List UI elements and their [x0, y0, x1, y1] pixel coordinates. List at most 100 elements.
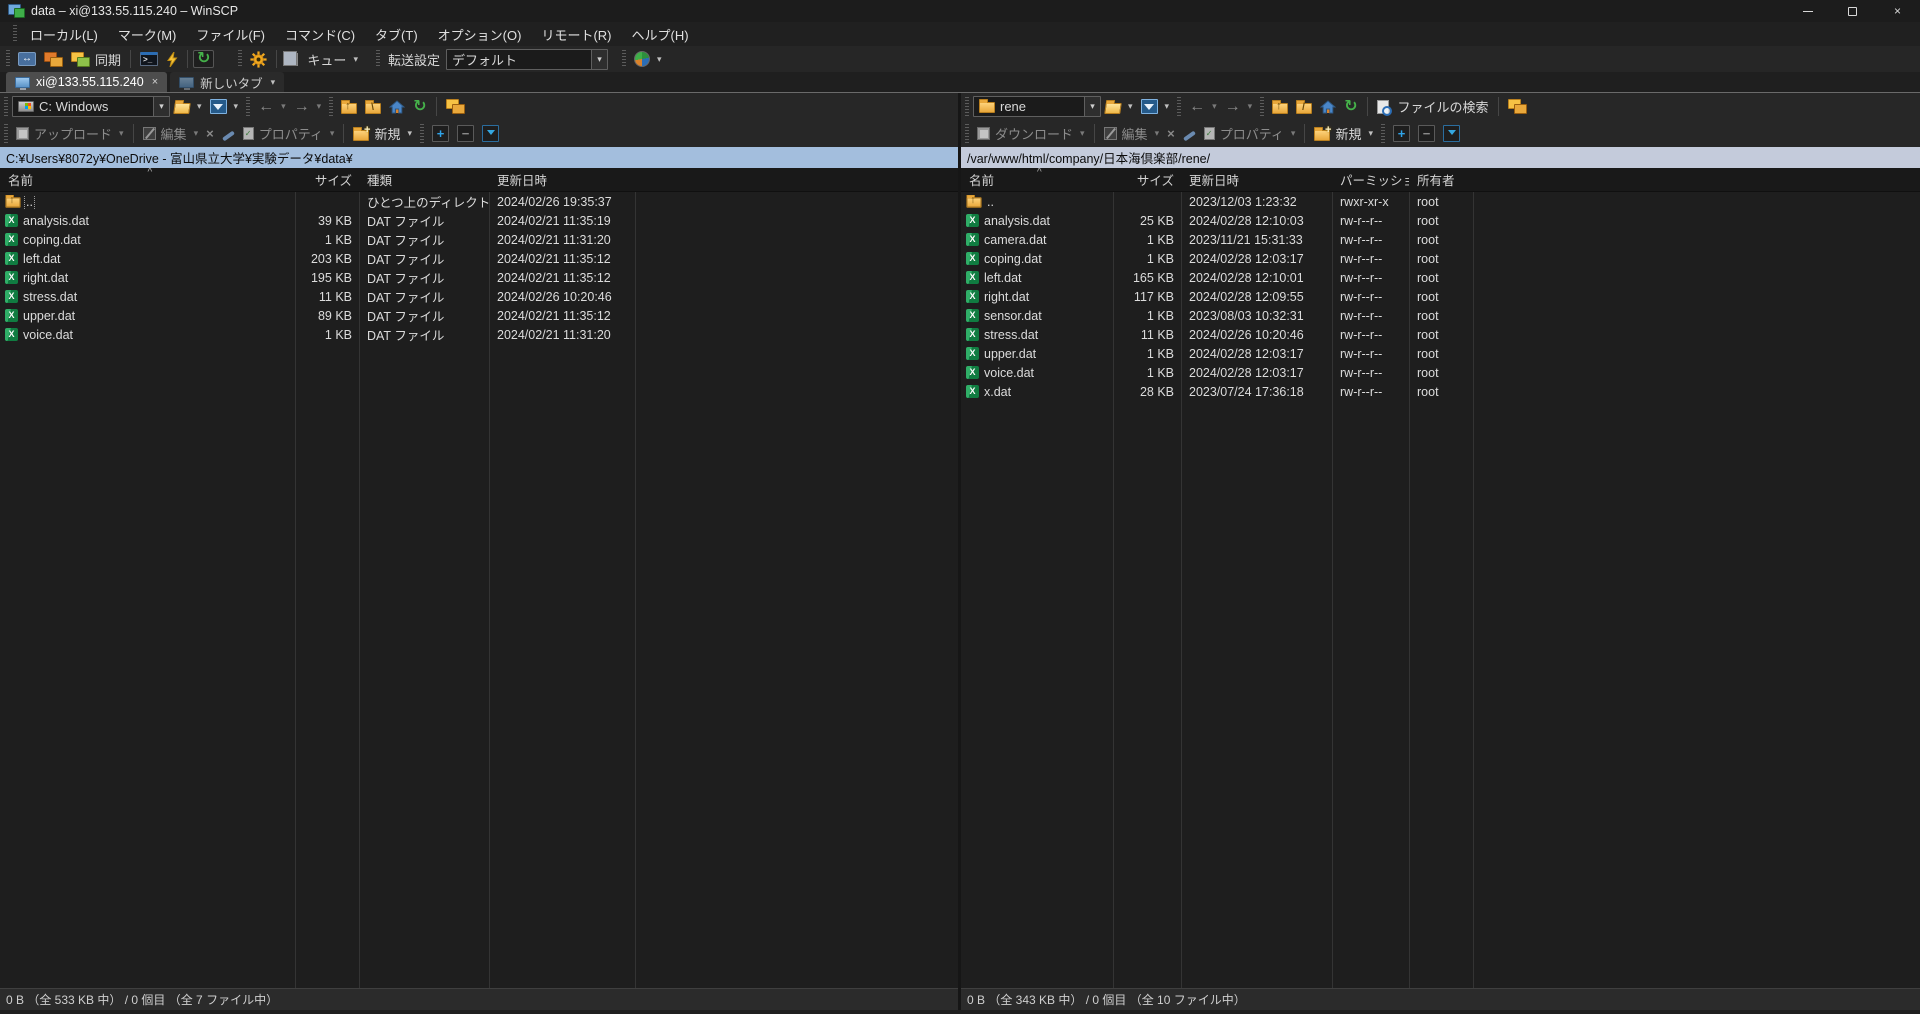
menu-command[interactable]: コマンド(C)	[276, 23, 364, 46]
open-console-button[interactable]: >_	[136, 50, 162, 68]
local-parent-directory-button[interactable]	[337, 97, 361, 116]
preferences-button[interactable]	[246, 49, 271, 70]
session-tab[interactable]: xi@133.55.115.240 ×	[6, 72, 167, 92]
file-row[interactable]: Xupper.dat89 KBDAT ファイル2024/02/21 11:35:…	[0, 306, 958, 325]
chevron-down-icon[interactable]: ▾	[591, 50, 607, 69]
chevron-down-icon[interactable]: ▾	[153, 97, 169, 116]
file-row[interactable]: Xanalysis.dat25 KB2024/02/28 12:10:03rw-…	[961, 211, 1920, 230]
file-row[interactable]: Xupper.dat1 KB2024/02/28 12:03:17rw-r--r…	[961, 344, 1920, 363]
remote-root-directory-button[interactable]	[1292, 97, 1316, 116]
file-row[interactable]: Xx.dat28 KB2023/07/24 17:36:18rw-r--r--r…	[961, 382, 1920, 401]
menu-options[interactable]: オプション(O)	[429, 23, 531, 46]
local-new-button[interactable]: 新規▾	[349, 122, 416, 145]
tab-close-icon[interactable]: ×	[152, 76, 158, 88]
queue-button[interactable]: キュー▾	[282, 48, 362, 71]
explorer-style-button[interactable]: ▾	[630, 49, 666, 69]
file-row[interactable]: Xcamera.dat1 KB2023/11/21 15:31:33rw-r--…	[961, 230, 1920, 249]
file-row[interactable]: Xvoice.dat1 KB2024/02/28 12:03:17rw-r--r…	[961, 363, 1920, 382]
transfer-settings-label: 転送設定	[388, 50, 440, 69]
local-filter-button[interactable]: ▾	[206, 97, 243, 116]
file-panels: C: Windows ▾ ▾ ▾ ←▾ →▾ ↻ アッ	[0, 93, 1920, 1010]
file-size: 1 KB	[1113, 233, 1181, 247]
chevron-down-icon[interactable]: ▾	[1084, 97, 1100, 116]
remote-copy-path-button[interactable]	[1504, 97, 1531, 116]
find-files-button[interactable]: ファイルの検索	[1373, 95, 1493, 118]
local-select-filter-button[interactable]	[478, 123, 503, 144]
upload-button[interactable]: アップロード▾	[12, 122, 128, 145]
file-row[interactable]: Xcoping.dat1 KB2024/02/28 12:03:17rw-r--…	[961, 249, 1920, 268]
column-header[interactable]: 所有者	[1409, 170, 1473, 189]
remote-home-directory-button[interactable]	[1316, 98, 1340, 116]
local-delete-button[interactable]: ×	[202, 124, 218, 143]
file-row[interactable]: Xanalysis.dat39 KBDAT ファイル2024/02/21 11:…	[0, 211, 958, 230]
menu-mark[interactable]: マーク(M)	[109, 23, 186, 46]
menu-help[interactable]: ヘルプ(H)	[622, 23, 697, 46]
sync-browsing-button[interactable]	[40, 50, 67, 69]
file-row[interactable]: Xstress.dat11 KBDAT ファイル2024/02/26 10:20…	[0, 287, 958, 306]
file-row[interactable]: Xstress.dat11 KB2024/02/26 10:20:46rw-r-…	[961, 325, 1920, 344]
remote-back-button[interactable]: ←▾	[1185, 98, 1221, 116]
close-button[interactable]: ×	[1875, 0, 1920, 22]
remote-parent-directory-button[interactable]	[1268, 97, 1292, 116]
remote-open-directory-button[interactable]: ▾	[1101, 97, 1137, 116]
column-header[interactable]: パーミッション	[1332, 170, 1409, 189]
file-row[interactable]: Xright.dat117 KB2024/02/28 12:09:55rw-r-…	[961, 287, 1920, 306]
remote-delete-button[interactable]: ×	[1163, 124, 1179, 143]
remote-filter-button[interactable]: ▾	[1137, 97, 1174, 116]
remote-select-button[interactable]: +	[1389, 123, 1414, 144]
column-header[interactable]: 更新日時	[489, 170, 635, 189]
refresh-button[interactable]: ↻	[193, 50, 214, 68]
edit-icon	[143, 127, 156, 140]
menu-local[interactable]: ローカル(L)	[21, 23, 107, 46]
remote-properties-button[interactable]: プロパティ▾	[1200, 122, 1300, 145]
remote-directory-combobox[interactable]: rene ▾	[973, 96, 1101, 117]
local-refresh-button[interactable]: ↻	[409, 98, 430, 116]
column-header[interactable]: 種類	[359, 170, 489, 189]
column-header[interactable]: サイズ	[1113, 170, 1181, 189]
remote-new-button[interactable]: 新規▾	[1310, 122, 1377, 145]
local-edit-button[interactable]: 編集▾	[139, 122, 203, 145]
local-path-bar[interactable]: C:¥Users¥8072y¥OneDrive - 富山県立大学¥実験データ¥d…	[0, 147, 958, 168]
remote-edit-button[interactable]: 編集▾	[1100, 122, 1164, 145]
local-back-button[interactable]: ←▾	[254, 98, 290, 116]
synchronize-button[interactable]: 同期	[67, 48, 125, 71]
swap-panels-button[interactable]: ↔	[14, 50, 40, 68]
column-header[interactable]: 更新日時	[1181, 170, 1332, 189]
local-home-directory-button[interactable]	[385, 98, 409, 116]
menu-file[interactable]: ファイル(F)	[187, 23, 274, 46]
local-select-button[interactable]: +	[428, 123, 453, 144]
file-row[interactable]: Xsensor.dat1 KB2023/08/03 10:32:31rw-r--…	[961, 306, 1920, 325]
column-header[interactable]: サイズ	[295, 170, 359, 189]
menu-tab[interactable]: タブ(T)	[366, 23, 427, 46]
menu-remote[interactable]: リモート(R)	[532, 23, 620, 46]
remote-rename-button[interactable]	[1179, 128, 1200, 140]
open-session-button[interactable]	[162, 50, 182, 69]
local-open-directory-button[interactable]: ▾	[170, 97, 206, 116]
local-forward-button[interactable]: →▾	[290, 98, 326, 116]
local-root-directory-button[interactable]	[361, 97, 385, 116]
file-row[interactable]: Xcoping.dat1 KBDAT ファイル2024/02/21 11:31:…	[0, 230, 958, 249]
file-row[interactable]: Xright.dat195 KBDAT ファイル2024/02/21 11:35…	[0, 268, 958, 287]
local-copy-path-button[interactable]	[442, 97, 469, 116]
local-properties-button[interactable]: プロパティ▾	[239, 122, 339, 145]
remote-path-bar[interactable]: /var/www/html/company/日本海倶楽部/rene/	[961, 147, 1920, 168]
file-row[interactable]: ..2023/12/03 1:23:32rwxr-xr-xroot	[961, 192, 1920, 211]
file-row[interactable]: ..ひとつ上のディレクトリ2024/02/26 19:35:37	[0, 192, 958, 211]
new-tab-button[interactable]: 新しいタブ ▾	[170, 72, 284, 92]
minimize-button[interactable]	[1785, 0, 1830, 22]
file-row[interactable]: Xleft.dat203 KBDAT ファイル2024/02/21 11:35:…	[0, 249, 958, 268]
remote-refresh-button[interactable]: ↻	[1340, 98, 1361, 116]
local-rename-button[interactable]	[218, 128, 239, 140]
maximize-button[interactable]	[1830, 0, 1875, 22]
file-name: upper.dat	[984, 347, 1036, 361]
remote-select-filter-button[interactable]	[1439, 123, 1464, 144]
remote-forward-button[interactable]: →▾	[1221, 98, 1257, 116]
transfer-preset-combobox[interactable]: デフォルト ▾	[446, 49, 608, 70]
download-button[interactable]: ダウンロード▾	[973, 122, 1089, 145]
file-row[interactable]: Xvoice.dat1 KBDAT ファイル2024/02/21 11:31:2…	[0, 325, 958, 344]
remote-unselect-button[interactable]: −	[1414, 123, 1439, 144]
local-unselect-button[interactable]: −	[453, 123, 478, 144]
local-drive-combobox[interactable]: C: Windows ▾	[12, 96, 170, 117]
file-row[interactable]: Xleft.dat165 KB2024/02/28 12:10:01rw-r--…	[961, 268, 1920, 287]
file-size: 89 KB	[295, 309, 359, 323]
